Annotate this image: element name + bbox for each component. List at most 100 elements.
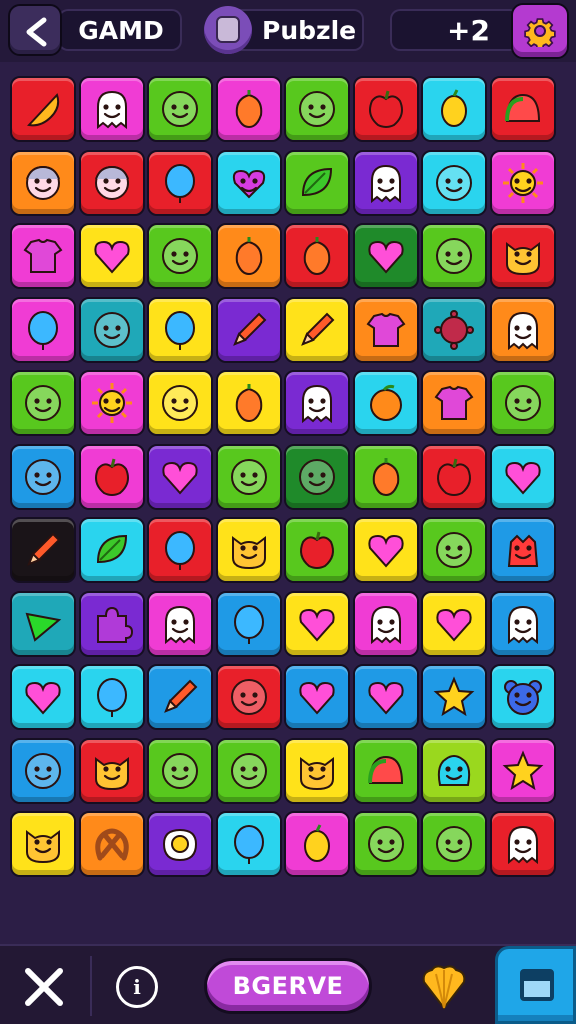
tile-ghost[interactable] bbox=[147, 590, 213, 657]
tile-ghost[interactable] bbox=[489, 811, 556, 877]
tile-face[interactable] bbox=[10, 370, 76, 436]
tile-pepper[interactable] bbox=[215, 76, 282, 142]
tile-face[interactable] bbox=[489, 370, 556, 436]
tile-ghost[interactable] bbox=[352, 590, 419, 657]
tile-ghost[interactable] bbox=[78, 76, 145, 142]
tile-face[interactable] bbox=[147, 370, 213, 436]
tile-balloon[interactable] bbox=[147, 296, 213, 363]
tile-apple[interactable] bbox=[78, 443, 145, 510]
info-button[interactable]: i bbox=[116, 966, 158, 1008]
tile-shirt[interactable] bbox=[10, 223, 76, 289]
tile-pencil[interactable] bbox=[284, 296, 350, 363]
doll-icon bbox=[21, 161, 65, 205]
tile-pepper[interactable] bbox=[215, 370, 282, 436]
tile-heart[interactable] bbox=[147, 443, 213, 510]
tile-face[interactable] bbox=[352, 811, 419, 877]
tile-heart[interactable] bbox=[352, 517, 419, 583]
menu-square-button[interactable] bbox=[495, 946, 576, 1024]
tile-apple[interactable] bbox=[284, 517, 350, 583]
tile-ghost[interactable] bbox=[489, 590, 556, 657]
tile-cat[interactable] bbox=[78, 737, 145, 804]
tile-balloon[interactable] bbox=[10, 296, 76, 363]
tile-face[interactable] bbox=[10, 737, 76, 804]
tile-face[interactable] bbox=[215, 664, 282, 730]
tile-ghost[interactable] bbox=[489, 296, 556, 363]
tile-doll[interactable] bbox=[10, 149, 76, 216]
tile-cat[interactable] bbox=[215, 517, 282, 583]
tile-puzzle[interactable] bbox=[78, 590, 145, 657]
tile-orange[interactable] bbox=[352, 370, 419, 436]
tile-face[interactable] bbox=[421, 223, 487, 289]
settings-button[interactable] bbox=[511, 3, 569, 59]
tile-heart[interactable] bbox=[78, 223, 145, 289]
tile-pencil[interactable] bbox=[147, 664, 213, 730]
hint-button[interactable] bbox=[418, 962, 470, 1012]
tile-balloon[interactable] bbox=[147, 517, 213, 583]
tile-pretzel[interactable] bbox=[78, 811, 145, 877]
tile-egg[interactable] bbox=[147, 811, 213, 877]
tile-watermelon[interactable] bbox=[352, 737, 419, 804]
tile-pepper[interactable] bbox=[352, 443, 419, 510]
tile-monster[interactable] bbox=[489, 517, 556, 583]
tile-shirt[interactable] bbox=[421, 370, 487, 436]
tile-watermelon[interactable] bbox=[489, 76, 556, 142]
tile-balloon[interactable] bbox=[215, 811, 282, 877]
tile-face[interactable] bbox=[147, 737, 213, 804]
tile-face[interactable] bbox=[421, 149, 487, 216]
tile-face[interactable] bbox=[78, 296, 145, 363]
pencil-icon bbox=[295, 308, 339, 352]
tile-ghost[interactable] bbox=[352, 149, 419, 216]
tile-sun[interactable] bbox=[78, 370, 145, 436]
tile-leaf[interactable] bbox=[284, 149, 350, 216]
tile-face[interactable] bbox=[284, 443, 350, 510]
tile-face[interactable] bbox=[284, 76, 350, 142]
tile-leaf[interactable] bbox=[78, 517, 145, 583]
heart-icon bbox=[364, 528, 408, 572]
main-action-button[interactable]: BGERVE bbox=[204, 958, 372, 1014]
tile-face[interactable] bbox=[421, 811, 487, 877]
tile-cat[interactable] bbox=[489, 223, 556, 289]
tile-sun[interactable] bbox=[489, 149, 556, 216]
back-button[interactable] bbox=[8, 4, 62, 56]
tile-pepper[interactable] bbox=[284, 223, 350, 289]
tile-heart[interactable] bbox=[352, 664, 419, 730]
tile-face[interactable] bbox=[147, 223, 213, 289]
bottom-bar: i BGERVE bbox=[0, 944, 576, 1024]
tile-star[interactable] bbox=[489, 737, 556, 804]
tile-pencil[interactable] bbox=[10, 517, 76, 583]
tile-face[interactable] bbox=[215, 737, 282, 804]
tile-heart[interactable] bbox=[489, 443, 556, 510]
close-button[interactable] bbox=[22, 965, 66, 1009]
tile-arrow[interactable] bbox=[10, 590, 76, 657]
tile-pizza[interactable] bbox=[10, 76, 76, 142]
tile-heart[interactable] bbox=[284, 590, 350, 657]
tile-heart[interactable] bbox=[284, 664, 350, 730]
tile-virus[interactable] bbox=[421, 296, 487, 363]
tile-shirt[interactable] bbox=[352, 296, 419, 363]
tile-apple[interactable] bbox=[421, 443, 487, 510]
tile-face[interactable] bbox=[421, 517, 487, 583]
tile-balloon[interactable] bbox=[78, 664, 145, 730]
tile-ghost[interactable] bbox=[284, 370, 350, 436]
tile-apple[interactable] bbox=[352, 76, 419, 142]
tile-lemon[interactable] bbox=[421, 76, 487, 142]
tile-blob[interactable] bbox=[421, 737, 487, 804]
tile-cat[interactable] bbox=[10, 811, 76, 877]
tile-bear[interactable] bbox=[489, 664, 556, 730]
tile-balloon[interactable] bbox=[215, 590, 282, 657]
tile-star[interactable] bbox=[421, 664, 487, 730]
tile-balloon[interactable] bbox=[147, 149, 213, 216]
tile-heart[interactable] bbox=[421, 590, 487, 657]
tile-lemon[interactable] bbox=[284, 811, 350, 877]
tile-heart[interactable] bbox=[10, 664, 76, 730]
tile-cat[interactable] bbox=[284, 737, 350, 804]
tile-face[interactable] bbox=[10, 443, 76, 510]
tile-heart[interactable] bbox=[352, 223, 419, 289]
tile-face[interactable] bbox=[147, 76, 213, 142]
tile-face[interactable] bbox=[215, 443, 282, 510]
tile-pencil[interactable] bbox=[215, 296, 282, 363]
tile-doll[interactable] bbox=[78, 149, 145, 216]
tile-pepper[interactable] bbox=[215, 223, 282, 289]
watermelon-icon bbox=[501, 87, 545, 131]
tile-heart-blob[interactable] bbox=[215, 149, 282, 216]
